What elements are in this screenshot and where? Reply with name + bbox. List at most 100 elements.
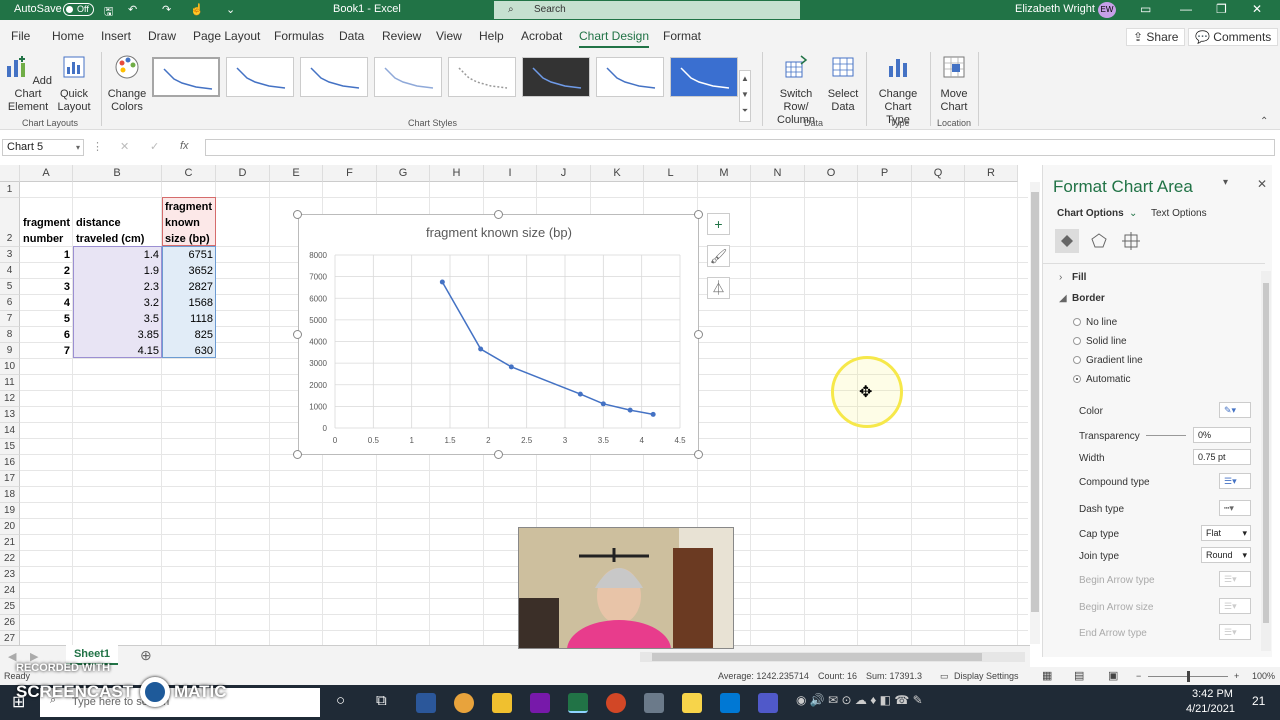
- restore-icon[interactable]: ❐: [1216, 2, 1227, 16]
- display-settings-button[interactable]: Display Settings: [954, 671, 1019, 681]
- column-header[interactable]: I: [484, 165, 537, 182]
- row-header[interactable]: 6: [0, 295, 20, 311]
- tab-format[interactable]: Format: [663, 29, 701, 43]
- section-border[interactable]: Border: [1072, 293, 1105, 304]
- resize-handle[interactable]: [694, 450, 703, 459]
- row-header[interactable]: 1: [0, 182, 20, 198]
- column-header[interactable]: H: [430, 165, 484, 182]
- customize-toolbar-icon[interactable]: ⌄: [226, 3, 235, 16]
- chart-title[interactable]: fragment known size (bp): [426, 225, 572, 240]
- tab-formulas[interactable]: Formulas: [274, 29, 324, 43]
- row-header[interactable]: 3: [0, 247, 20, 263]
- row-header[interactable]: 8: [0, 327, 20, 343]
- row-header[interactable]: 7: [0, 311, 20, 327]
- name-box[interactable]: Chart 5 ▾: [2, 139, 84, 156]
- table-cell[interactable]: 4.15: [73, 343, 162, 359]
- clock-date[interactable]: 4/21/2021: [1186, 703, 1235, 715]
- share-button[interactable]: ⇪ Share: [1126, 28, 1186, 46]
- search-box[interactable]: ⌕ Search: [494, 1, 800, 19]
- gradient-line-radio[interactable]: [1073, 356, 1081, 364]
- header-fragment-number[interactable]: fragment number: [20, 215, 73, 247]
- table-cell[interactable]: 3652: [162, 263, 216, 279]
- chart-style-8[interactable]: [670, 57, 738, 97]
- resize-handle[interactable]: [494, 210, 503, 219]
- table-cell[interactable]: 3.5: [73, 311, 162, 327]
- transparency-slider[interactable]: [1146, 435, 1186, 436]
- scroll-thumb[interactable]: [652, 653, 982, 661]
- quick-layout-button[interactable]: Quick Layout: [52, 54, 96, 114]
- row-header[interactable]: 24: [0, 583, 20, 599]
- scroll-thumb[interactable]: [1031, 192, 1039, 612]
- pane-scrollbar[interactable]: [1261, 271, 1271, 651]
- resize-handle[interactable]: [694, 330, 703, 339]
- avatar[interactable]: EW: [1098, 2, 1116, 18]
- page-layout-view-icon[interactable]: ▤: [1074, 669, 1084, 682]
- chart-style-1[interactable]: [152, 57, 220, 97]
- cap-type-dropdown[interactable]: Flat ▾: [1201, 525, 1251, 541]
- color-picker-button[interactable]: ✎▾: [1219, 402, 1251, 418]
- row-header[interactable]: 27: [0, 631, 20, 645]
- select-data-button[interactable]: Select Data: [826, 54, 860, 114]
- chart-style-7[interactable]: [596, 57, 664, 97]
- size-properties-icon[interactable]: [1119, 229, 1143, 253]
- table-cell[interactable]: 7: [20, 343, 73, 359]
- file-explorer-icon[interactable]: [492, 693, 512, 713]
- tab-insert[interactable]: Insert: [101, 29, 131, 43]
- row-header[interactable]: 22: [0, 551, 20, 567]
- resize-handle[interactable]: [293, 330, 302, 339]
- tab-view[interactable]: View: [436, 29, 462, 43]
- close-icon[interactable]: ✕: [1257, 177, 1267, 191]
- table-cell[interactable]: 3.2: [73, 295, 162, 311]
- dash-type-dropdown[interactable]: ┅▾: [1219, 500, 1251, 516]
- header-known-size[interactable]: fragment known size (bp): [162, 199, 216, 247]
- resize-handle[interactable]: [293, 450, 302, 459]
- column-header[interactable]: D: [216, 165, 270, 182]
- row-header[interactable]: 20: [0, 519, 20, 535]
- row-header[interactable]: 4: [0, 263, 20, 279]
- cortana-icon[interactable]: ○: [336, 692, 345, 709]
- task-view-icon[interactable]: ⧉: [376, 692, 387, 709]
- row-header[interactable]: 25: [0, 599, 20, 615]
- table-cell[interactable]: 1: [20, 247, 73, 263]
- zoom-slider-thumb[interactable]: [1187, 671, 1190, 682]
- tab-page-layout[interactable]: Page Layout: [193, 29, 260, 43]
- header-distance[interactable]: distance traveled (cm): [73, 215, 162, 247]
- tray-icons[interactable]: ◉ 🔊 ✉ ⊙ ☁ ♦ ◧ ☎ ✎: [796, 693, 923, 707]
- tab-help[interactable]: Help: [479, 29, 504, 43]
- column-header[interactable]: A: [20, 165, 73, 182]
- row-header[interactable]: 16: [0, 455, 20, 471]
- row-header[interactable]: 13: [0, 407, 20, 423]
- compound-type-dropdown[interactable]: ☰▾: [1219, 473, 1251, 489]
- fill-line-icon[interactable]: [1055, 229, 1079, 253]
- table-cell[interactable]: 1.9: [73, 263, 162, 279]
- user-name[interactable]: Elizabeth Wright: [1015, 3, 1095, 15]
- formula-input[interactable]: [205, 139, 1275, 156]
- chevron-down-icon[interactable]: ⌄: [1129, 208, 1137, 219]
- vertical-scrollbar[interactable]: [1030, 182, 1040, 644]
- row-header[interactable]: 19: [0, 503, 20, 519]
- notification-count[interactable]: 21: [1252, 694, 1265, 708]
- pane-options-icon[interactable]: ▾: [1223, 177, 1228, 188]
- word-icon[interactable]: [416, 693, 436, 713]
- tab-home[interactable]: Home: [52, 29, 84, 43]
- column-header[interactable]: R: [965, 165, 1018, 182]
- comments-button[interactable]: 💬 Comments: [1188, 28, 1279, 46]
- tab-file[interactable]: File: [11, 29, 30, 43]
- column-header[interactable]: M: [698, 165, 751, 182]
- solid-line-radio[interactable]: [1073, 337, 1081, 345]
- cancel-icon[interactable]: ✕: [120, 140, 129, 153]
- no-line-radio[interactable]: [1073, 318, 1081, 326]
- transparency-input[interactable]: 0%: [1193, 427, 1251, 443]
- chart-styles-button[interactable]: 🖌: [707, 245, 730, 267]
- column-header[interactable]: F: [323, 165, 377, 182]
- row-header[interactable]: 21: [0, 535, 20, 551]
- column-header[interactable]: K: [591, 165, 644, 182]
- chart-filters-button[interactable]: ⏃: [707, 277, 730, 299]
- move-chart-button[interactable]: Move Chart: [934, 54, 974, 114]
- table-cell[interactable]: 630: [162, 343, 216, 359]
- onenote-icon[interactable]: [530, 693, 550, 713]
- table-cell[interactable]: 1.4: [73, 247, 162, 263]
- chart-style-3[interactable]: [300, 57, 368, 97]
- column-header[interactable]: L: [644, 165, 698, 182]
- close-icon[interactable]: ✕: [1252, 2, 1262, 16]
